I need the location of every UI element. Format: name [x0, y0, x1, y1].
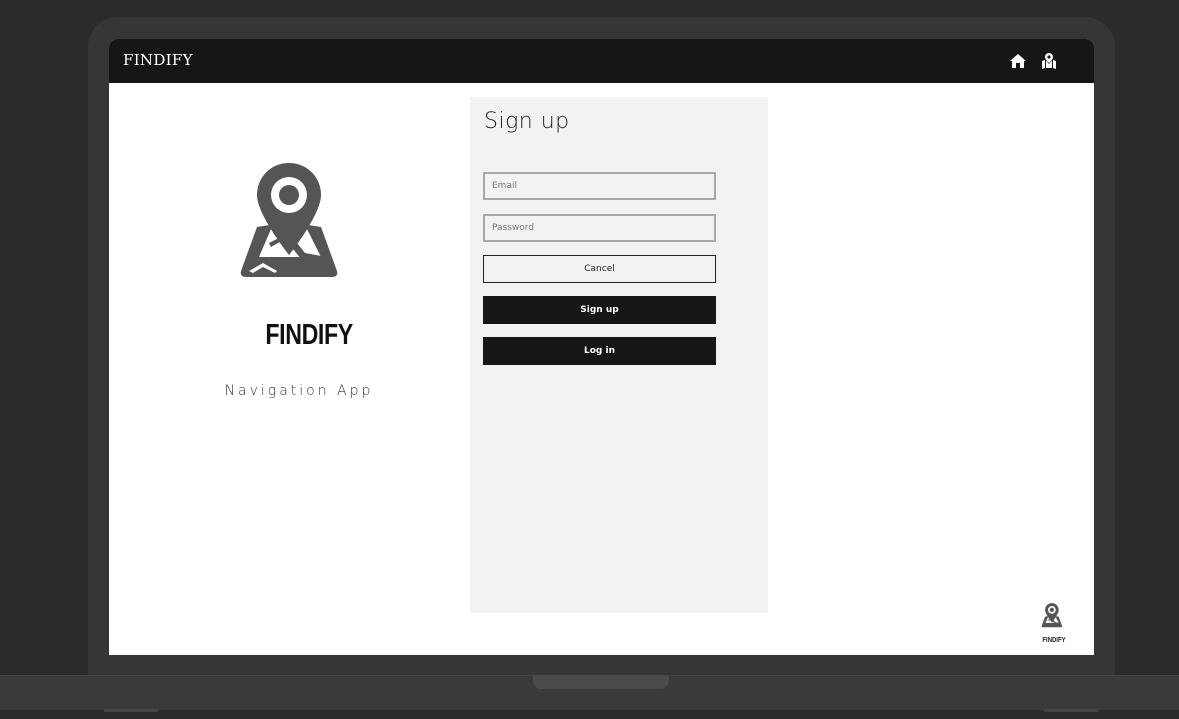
brand-title[interactable]: FINDIFY [123, 51, 193, 69]
laptop-foot-right [1044, 709, 1098, 712]
map-marker-icon[interactable] [1040, 52, 1058, 70]
main-content: FINDIFY Navigation App Sign up Cancel Si… [109, 83, 1094, 655]
home-icon[interactable] [1009, 52, 1027, 70]
email-field[interactable] [483, 172, 716, 200]
tagline: Navigation App [224, 383, 374, 399]
findify-logo-icon [240, 163, 338, 277]
footer-logo-wordmark: FINDIFY [1042, 637, 1066, 644]
password-field[interactable] [483, 214, 716, 242]
hero-logo [219, 163, 379, 317]
laptop-foot-left [104, 709, 158, 712]
cancel-button[interactable]: Cancel [483, 255, 716, 283]
signup-panel: Sign up Cancel Sign up Log in [470, 97, 768, 613]
app-screen: FINDIFY FINDIFY Navigation App Sign up E… [109, 39, 1094, 655]
footer-logo: FINDIFY [1037, 601, 1071, 649]
signup-button[interactable]: Sign up [483, 296, 716, 324]
findify-mini-logo-icon [1041, 603, 1063, 628]
navbar: FINDIFY [109, 39, 1094, 83]
panel-title: Sign up [484, 109, 570, 134]
login-button[interactable]: Log in [483, 337, 716, 365]
laptop-notch [533, 675, 669, 689]
logo-wordmark: FINDIFY [265, 319, 353, 351]
